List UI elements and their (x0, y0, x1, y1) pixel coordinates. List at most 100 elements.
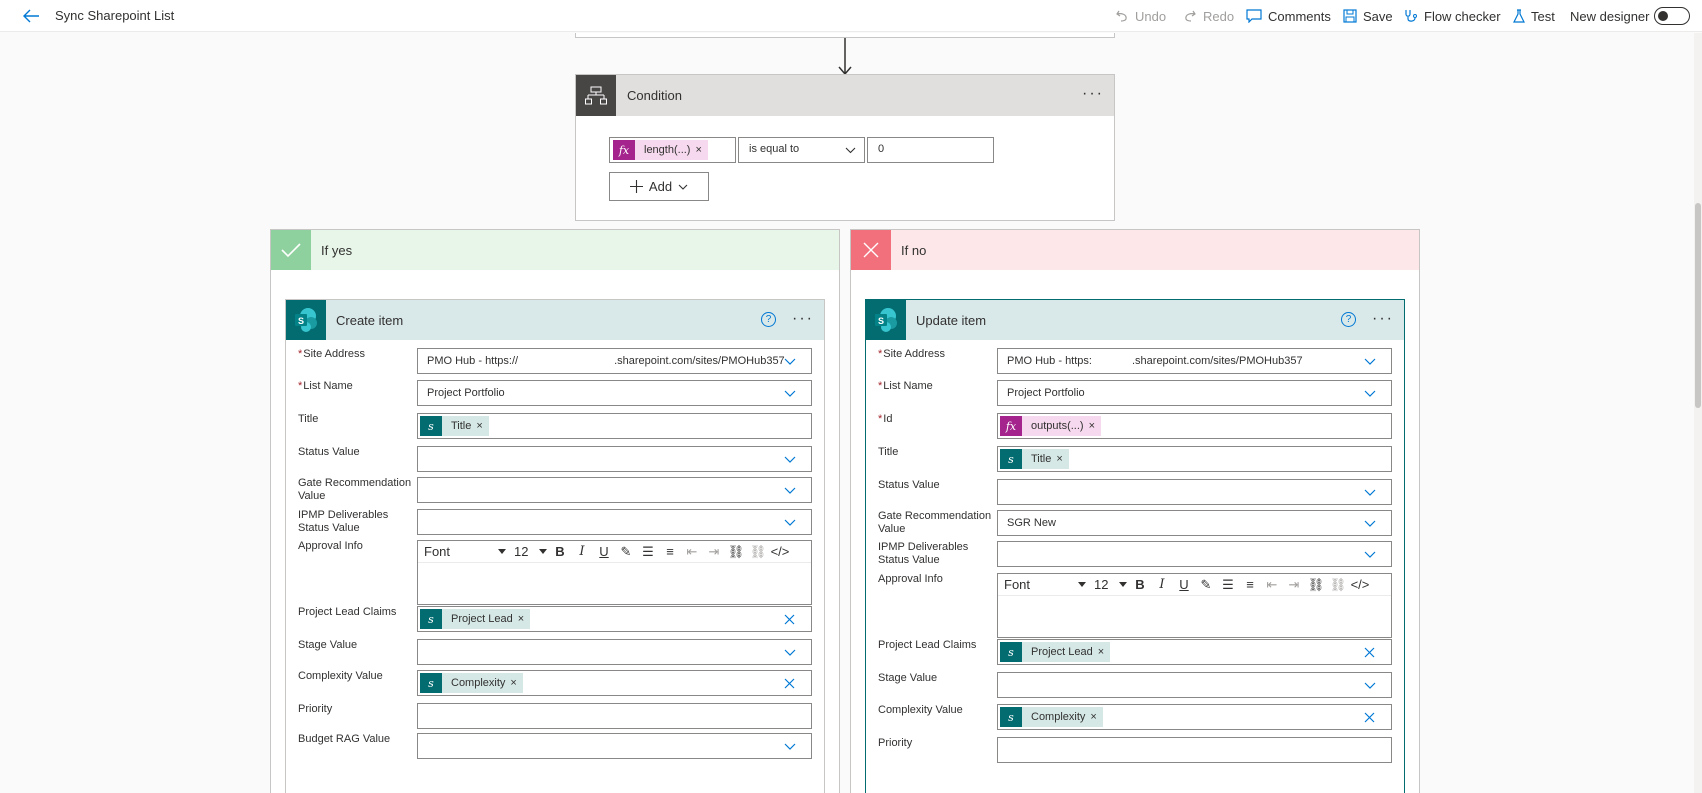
unlink-icon[interactable]: ⛓ (747, 544, 769, 560)
title-input[interactable]: s Title × (417, 413, 812, 439)
undo-button[interactable]: Undo (1115, 7, 1166, 25)
more-options-icon[interactable]: ··· (792, 311, 814, 327)
font-family-dropdown[interactable]: Font (424, 544, 514, 559)
condition-header[interactable]: Condition ··· (576, 75, 1114, 116)
underline-icon[interactable]: U (593, 544, 615, 559)
redo-button[interactable]: Redo (1183, 7, 1234, 25)
clear-icon[interactable] (1364, 647, 1375, 658)
dynamic-content-token[interactable]: s Complexity × (420, 673, 523, 693)
test-button[interactable]: Test (1513, 7, 1555, 25)
bold-icon[interactable]: B (1129, 577, 1151, 592)
bullet-list-icon[interactable]: ☰ (1217, 577, 1239, 593)
branch-yes-header[interactable]: If yes (271, 230, 839, 270)
stage-value-dropdown[interactable] (997, 672, 1392, 698)
outdent-icon[interactable]: ⇤ (681, 544, 703, 560)
token-remove-icon[interactable]: × (1089, 420, 1101, 432)
more-options-icon[interactable]: ··· (1372, 311, 1394, 327)
id-input[interactable]: fx outputs(...) × (997, 413, 1392, 439)
sharepoint-token-icon: s (1000, 707, 1022, 727)
update-item-header[interactable]: S Update item ? ··· (866, 300, 1404, 340)
more-options-icon[interactable]: ··· (1082, 86, 1104, 102)
clear-icon[interactable] (1364, 712, 1375, 723)
token-remove-icon[interactable]: × (1056, 453, 1068, 465)
priority-label: Priority (298, 703, 333, 715)
indent-icon[interactable]: ⇥ (703, 544, 725, 560)
numbered-list-icon[interactable]: ≡ (1239, 577, 1261, 592)
rich-text-editor[interactable]: Font 12 B I U ✎ ☰ ≡ ⇤ ⇥ ⛓ ⛓ </> (997, 573, 1392, 638)
site-address-dropdown[interactable]: PMO Hub - https:// .sharepoint.com/sites/… (417, 348, 812, 374)
outdent-icon[interactable]: ⇤ (1261, 577, 1283, 593)
code-view-icon[interactable]: </> (1349, 577, 1371, 592)
project-lead-label: Project Lead Claims (298, 606, 397, 618)
code-view-icon[interactable]: </> (769, 544, 791, 559)
list-name-dropdown[interactable]: Project Portfolio (417, 380, 812, 406)
dynamic-content-token[interactable]: s Title × (1000, 449, 1069, 469)
status-value-dropdown[interactable] (417, 446, 812, 472)
expression-token[interactable]: fx length(...) × (613, 140, 708, 160)
operator-dropdown[interactable]: is equal to (738, 137, 865, 163)
left-operand-field[interactable]: fx length(...) × (609, 137, 736, 163)
status-value-dropdown[interactable] (997, 479, 1392, 505)
add-button[interactable]: Add (609, 172, 709, 201)
underline-icon[interactable]: U (1173, 577, 1195, 592)
numbered-list-icon[interactable]: ≡ (659, 544, 681, 559)
token-remove-icon[interactable]: × (1098, 646, 1110, 658)
scrollbar-thumb[interactable] (1695, 203, 1701, 408)
highlight-icon[interactable]: ✎ (1195, 577, 1217, 593)
rich-text-editor[interactable]: Font 12 B I U ✎ ☰ ≡ ⇤ ⇥ ⛓ ⛓ </> (417, 540, 812, 605)
project-lead-input[interactable]: s Project Lead × (997, 639, 1392, 665)
budget-rag-dropdown[interactable] (417, 733, 812, 759)
right-operand-field[interactable]: 0 (867, 137, 994, 163)
title-input[interactable]: s Title × (997, 446, 1392, 472)
clear-icon[interactable] (784, 678, 795, 689)
comments-button[interactable]: Comments (1246, 7, 1331, 25)
token-remove-icon[interactable]: × (476, 420, 488, 432)
priority-input[interactable] (997, 737, 1392, 763)
italic-icon[interactable]: I (1151, 577, 1173, 592)
bold-icon[interactable]: B (549, 544, 571, 559)
link-icon[interactable]: ⛓ (1305, 577, 1327, 593)
priority-input[interactable] (417, 703, 812, 729)
token-remove-icon[interactable]: × (510, 677, 522, 689)
vertical-scrollbar[interactable] (1694, 33, 1702, 793)
create-item-header[interactable]: S Create item ? ··· (286, 300, 824, 340)
help-icon[interactable]: ? (1341, 312, 1356, 327)
highlight-icon[interactable]: ✎ (615, 544, 637, 560)
stage-value-dropdown[interactable] (417, 639, 812, 665)
dynamic-content-token[interactable]: s Project Lead × (420, 609, 531, 629)
sharepoint-token-icon: s (420, 609, 442, 629)
font-family-dropdown[interactable]: Font (1004, 577, 1094, 592)
gate-recommendation-dropdown[interactable]: SGR New (997, 510, 1392, 536)
token-remove-icon[interactable]: × (695, 144, 707, 156)
italic-icon[interactable]: I (571, 544, 593, 559)
token-remove-icon[interactable]: × (518, 613, 530, 625)
gate-recommendation-label: Gate Recommendation Value (298, 477, 412, 502)
font-size-dropdown[interactable]: 12 (1094, 577, 1129, 592)
dynamic-content-token[interactable]: s Complexity × (1000, 707, 1103, 727)
ipmp-dropdown[interactable] (997, 541, 1392, 567)
ipmp-dropdown[interactable] (417, 509, 812, 535)
dynamic-content-token[interactable]: s Project Lead × (1000, 642, 1111, 662)
complexity-input[interactable]: s Complexity × (417, 670, 812, 696)
dynamic-content-token[interactable]: s Title × (420, 416, 489, 436)
save-button[interactable]: Save (1343, 7, 1393, 25)
checkmark-icon (271, 230, 311, 270)
indent-icon[interactable]: ⇥ (1283, 577, 1305, 593)
flow-checker-button[interactable]: Flow checker (1404, 7, 1501, 25)
help-icon[interactable]: ? (761, 312, 776, 327)
new-designer-toggle[interactable] (1654, 7, 1690, 25)
token-remove-icon[interactable]: × (1090, 711, 1102, 723)
font-size-dropdown[interactable]: 12 (514, 544, 549, 559)
expression-token[interactable]: fx outputs(...) × (1000, 416, 1102, 436)
list-name-dropdown[interactable]: Project Portfolio (997, 380, 1392, 406)
link-icon[interactable]: ⛓ (725, 544, 747, 560)
site-address-dropdown[interactable]: PMO Hub - https: .sharepoint.com/sites/PM… (997, 348, 1392, 374)
unlink-icon[interactable]: ⛓ (1327, 577, 1349, 593)
gate-recommendation-dropdown[interactable] (417, 477, 812, 503)
clear-icon[interactable] (784, 614, 795, 625)
back-arrow-icon[interactable] (22, 8, 40, 24)
branch-no-header[interactable]: If no (851, 230, 1419, 270)
project-lead-input[interactable]: s Project Lead × (417, 606, 812, 632)
complexity-input[interactable]: s Complexity × (997, 704, 1392, 730)
bullet-list-icon[interactable]: ☰ (637, 544, 659, 560)
